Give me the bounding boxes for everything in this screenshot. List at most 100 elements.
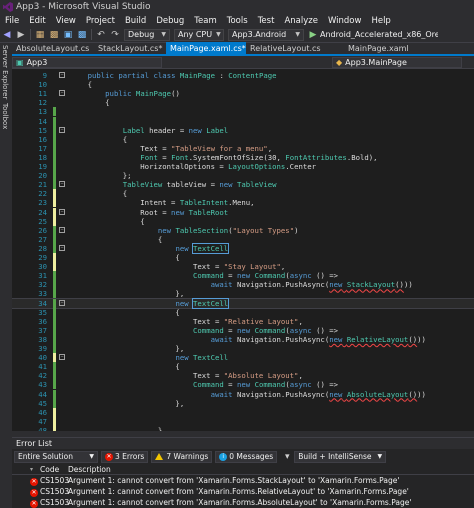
- collapse-icon[interactable]: −: [59, 181, 65, 188]
- member-dropdown[interactable]: ◆ App3.MainPage: [332, 57, 462, 68]
- menu-team[interactable]: Team: [189, 16, 221, 26]
- change-tracking-marker: [53, 416, 56, 426]
- tab-relativelayout-cs[interactable]: RelativeLayout.cs: [246, 42, 324, 54]
- menu-edit[interactable]: Edit: [24, 16, 50, 26]
- code-line[interactable]: 22 {: [12, 189, 474, 199]
- new-project-icon[interactable]: ▦: [34, 29, 46, 41]
- collapse-icon[interactable]: −: [59, 354, 65, 361]
- project-scope-dropdown[interactable]: ▣ App3: [12, 57, 162, 68]
- code-line[interactable]: 45 },: [12, 398, 474, 408]
- tab-absolutelayout-cs[interactable]: AbsoluteLayout.cs: [12, 42, 94, 54]
- code-line[interactable]: 19 HorizontalOptions = LayoutOptions.Cen…: [12, 162, 474, 172]
- tab-stacklayout-cs[interactable]: StackLayout.cs*: [94, 42, 166, 54]
- change-tracking-marker: [53, 207, 56, 217]
- code-line[interactable]: 41 {: [12, 362, 474, 372]
- redo-icon[interactable]: ↷: [109, 29, 121, 41]
- menu-test[interactable]: Test: [253, 16, 280, 26]
- column-description-header[interactable]: Description: [68, 465, 474, 474]
- code-line[interactable]: 44 await Navigation.PushAsync(new Absolu…: [12, 389, 474, 399]
- code-line[interactable]: 42 Text = "Absolute Layout",: [12, 371, 474, 381]
- forward-icon[interactable]: ▶: [15, 29, 27, 41]
- collapse-icon[interactable]: −: [59, 90, 65, 97]
- menu-project[interactable]: Project: [81, 16, 120, 26]
- code-line[interactable]: 23 Intent = TableIntent.Menu,: [12, 198, 474, 208]
- back-icon[interactable]: ◀: [1, 29, 13, 41]
- save-icon[interactable]: ▣: [62, 29, 74, 41]
- code-line[interactable]: 40 − new TextCell: [12, 353, 474, 363]
- code-line[interactable]: 43 Command = new Command(async () =>: [12, 380, 474, 390]
- startup-project-dropdown[interactable]: App3.Android ▼: [228, 28, 304, 41]
- code-line[interactable]: 29 {: [12, 253, 474, 263]
- column-code-header[interactable]: Code: [40, 465, 68, 474]
- code-line[interactable]: 11 − public MainPage(): [12, 89, 474, 98]
- code-line[interactable]: 30 Text = "Stay Layout",: [12, 262, 474, 272]
- filter-icon[interactable]: ▾: [281, 451, 293, 463]
- code-line[interactable]: 35 {: [12, 307, 474, 317]
- toolbox-tab[interactable]: Toolbox: [1, 103, 9, 129]
- collapse-icon[interactable]: −: [59, 126, 65, 133]
- code-line[interactable]: 32 await Navigation.PushAsync(new StackL…: [12, 280, 474, 290]
- debug-target-device[interactable]: Android_Accelerated_x86_Oreo (Andro: [320, 30, 438, 39]
- solution-configuration-dropdown[interactable]: Debug ▼: [124, 28, 170, 41]
- error-row[interactable]: ✕ CS1503 Argument 1: cannot convert from…: [12, 486, 474, 497]
- line-number: 40: [38, 353, 47, 363]
- code-line[interactable]: 13: [12, 107, 474, 117]
- start-debugging-icon[interactable]: ▶: [307, 29, 319, 41]
- menu-file[interactable]: File: [0, 16, 24, 26]
- code-line[interactable]: 34 − new TextCell: [12, 297, 474, 309]
- code-line[interactable]: 15 − Label header = new Label: [12, 125, 474, 135]
- change-tracking-marker: [53, 143, 56, 153]
- collapse-icon[interactable]: −: [59, 226, 65, 233]
- code-line[interactable]: 14: [12, 116, 474, 126]
- code-line[interactable]: 10 {: [12, 80, 474, 89]
- server-explorer-tab[interactable]: Server Explorer: [1, 45, 9, 99]
- error-row[interactable]: ✕ CS1503 Argument 1: cannot convert from…: [12, 475, 474, 486]
- warnings-filter-button[interactable]: 7 Warnings: [151, 450, 213, 463]
- code-line[interactable]: 20 };: [12, 171, 474, 181]
- collapse-icon[interactable]: −: [59, 208, 65, 215]
- code-editor[interactable]: 9 − public partial class MainPage : Conte…: [12, 69, 474, 431]
- code-line[interactable]: 16 {: [12, 134, 474, 144]
- code-line[interactable]: 36 Text = "Relative Layout",: [12, 316, 474, 326]
- menu-debug[interactable]: Debug: [151, 16, 189, 26]
- code-line[interactable]: 25 {: [12, 216, 474, 226]
- menu-tools[interactable]: Tools: [222, 16, 253, 26]
- code-line[interactable]: 12 {: [12, 98, 474, 107]
- line-number: 25: [38, 216, 47, 226]
- open-folder-icon[interactable]: ▩: [48, 29, 60, 41]
- code-line[interactable]: 37 Command = new Command(async () =>: [12, 325, 474, 335]
- code-line[interactable]: 27 {: [12, 234, 474, 244]
- code-line[interactable]: 26 − new TableSection("Layout Types"): [12, 225, 474, 235]
- code-line[interactable]: 28 − new TextCell: [12, 242, 474, 254]
- code-line[interactable]: 38 await Navigation.PushAsync(new Relati…: [12, 334, 474, 344]
- code-line[interactable]: 31 Command = new Command(async () =>: [12, 271, 474, 281]
- code-line[interactable]: 17 Text = "TableView for a menu",: [12, 143, 474, 153]
- build-filter-dropdown[interactable]: Build + IntelliSense ▼: [294, 450, 387, 463]
- code-line[interactable]: 47: [12, 416, 474, 426]
- menu-help[interactable]: Help: [366, 16, 395, 26]
- error-row[interactable]: ✕ CS1503 Argument 1: cannot convert from…: [12, 497, 474, 508]
- collapse-icon[interactable]: −: [59, 72, 65, 78]
- tab-mainpage-xaml[interactable]: MainPage.xaml: [344, 42, 418, 54]
- code-line[interactable]: 24 − Root = new TableRoot: [12, 207, 474, 217]
- tab-mainpage-xaml-cs[interactable]: MainPage.xaml.cs*⊳✕: [166, 42, 246, 54]
- code-line[interactable]: 46: [12, 407, 474, 417]
- collapse-icon[interactable]: −: [59, 244, 65, 251]
- code-line[interactable]: 9 − public partial class MainPage : Conte…: [12, 71, 474, 80]
- code-line[interactable]: 39 },: [12, 344, 474, 354]
- collapse-icon[interactable]: −: [59, 299, 65, 306]
- line-number: 34: [38, 298, 47, 308]
- errors-filter-button[interactable]: ✕ 3 Errors: [101, 450, 149, 463]
- menu-window[interactable]: Window: [323, 16, 367, 26]
- code-line[interactable]: 33 },: [12, 289, 474, 299]
- code-line[interactable]: 21 − TableView tableView = new TableView: [12, 180, 474, 190]
- menu-build[interactable]: Build: [120, 16, 151, 26]
- menu-analyze[interactable]: Analyze: [279, 16, 323, 26]
- save-all-icon[interactable]: ▩: [76, 29, 88, 41]
- messages-filter-button[interactable]: i 0 Messages: [215, 450, 278, 463]
- menu-view[interactable]: View: [51, 16, 81, 26]
- solution-platform-dropdown[interactable]: Any CPU ▼: [174, 28, 224, 41]
- code-line[interactable]: 18 Font = Font.SystemFontOfSize(30, Font…: [12, 152, 474, 162]
- scope-dropdown[interactable]: Entire Solution ▼: [14, 450, 98, 463]
- undo-icon[interactable]: ↶: [95, 29, 107, 41]
